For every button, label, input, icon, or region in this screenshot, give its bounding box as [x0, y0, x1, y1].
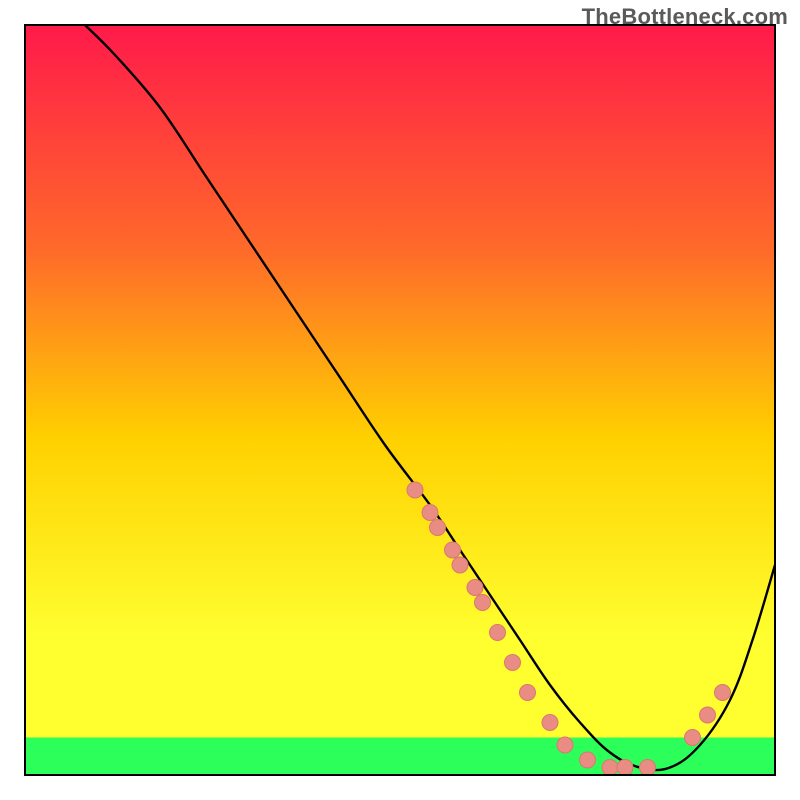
bottleneck-plot	[0, 0, 800, 800]
data-dot	[475, 595, 491, 611]
data-dot	[467, 580, 483, 596]
data-dot	[422, 505, 438, 521]
data-dot	[520, 685, 536, 701]
data-dot	[407, 482, 423, 498]
data-dot	[557, 737, 573, 753]
data-dot	[445, 542, 461, 558]
data-dot	[490, 625, 506, 641]
data-dot	[617, 760, 633, 776]
data-dot	[715, 685, 731, 701]
data-dot	[505, 655, 521, 671]
data-dot	[580, 752, 596, 768]
chart-container: TheBottleneck.com	[0, 0, 800, 800]
data-dot	[452, 557, 468, 573]
data-dot	[700, 707, 716, 723]
data-dot	[602, 760, 618, 776]
data-dot	[430, 520, 446, 536]
watermark-text: TheBottleneck.com	[582, 4, 788, 30]
data-dot	[542, 715, 558, 731]
gradient-background	[25, 25, 775, 775]
data-dot	[640, 760, 656, 776]
data-dot	[685, 730, 701, 746]
